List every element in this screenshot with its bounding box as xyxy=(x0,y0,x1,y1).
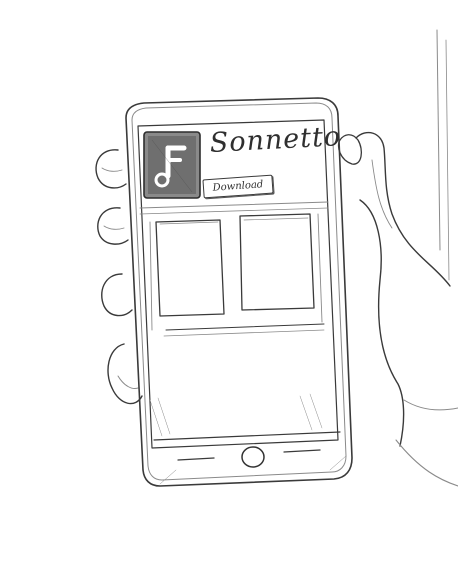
sketch-canvas: Sonnetto Download xyxy=(0,0,458,580)
card-right[interactable] xyxy=(239,213,315,311)
content-cards xyxy=(155,213,315,317)
music-note-app-icon[interactable] xyxy=(140,128,204,202)
home-button-icon[interactable] xyxy=(238,444,268,470)
card-left[interactable] xyxy=(155,219,225,317)
